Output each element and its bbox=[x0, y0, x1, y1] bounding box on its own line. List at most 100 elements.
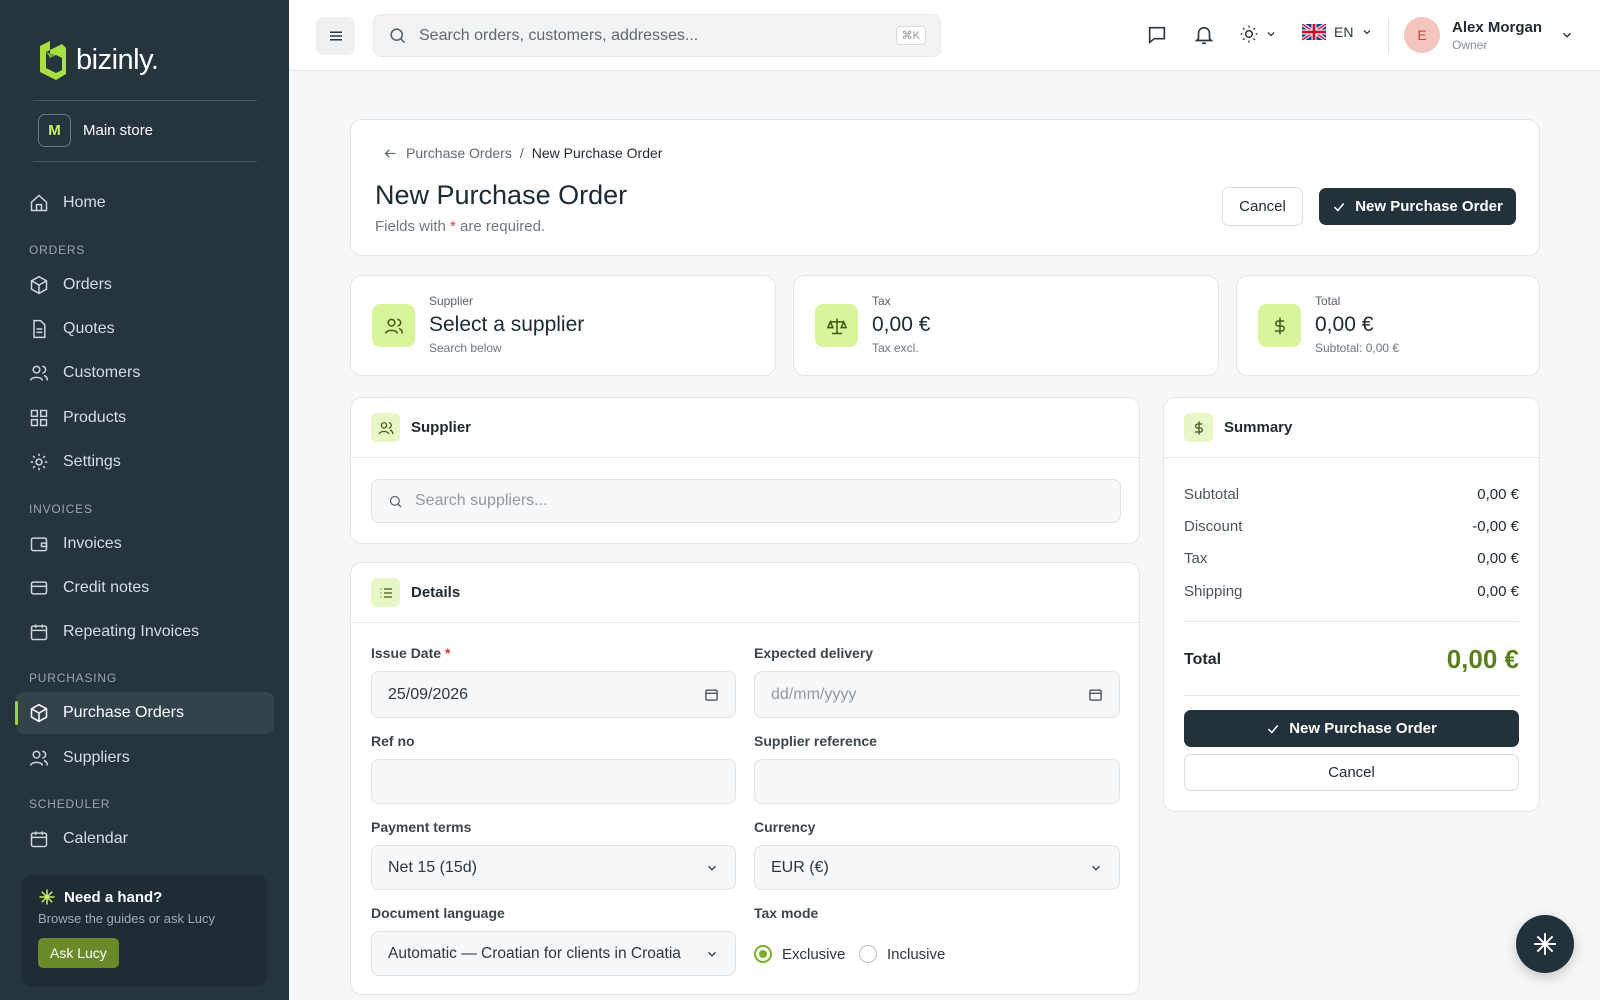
store-switcher[interactable]: M Main store bbox=[38, 114, 153, 147]
summary-cancel-button[interactable]: Cancel bbox=[1184, 754, 1519, 791]
stat-sub: Search below bbox=[429, 341, 502, 355]
users-icon bbox=[372, 304, 415, 347]
scale-icon bbox=[815, 304, 858, 347]
users-icon bbox=[29, 750, 49, 766]
language-selector[interactable]: EN bbox=[1302, 24, 1373, 40]
field-value: 25/09/2026 bbox=[388, 685, 469, 703]
placeholder: Search suppliers... bbox=[415, 492, 548, 509]
row-value: 0,00 € bbox=[1477, 583, 1519, 600]
section-title: Supplier bbox=[411, 419, 472, 436]
sidebar-item-label: Customers bbox=[63, 364, 141, 381]
menu-toggle-button[interactable] bbox=[316, 17, 355, 55]
new-purchase-order-button[interactable]: New Purchase Order bbox=[1319, 188, 1516, 225]
supplier-search-input[interactable]: Search suppliers... bbox=[371, 479, 1121, 523]
breadcrumb-parent-link[interactable]: Purchase Orders bbox=[406, 145, 512, 161]
help-title: Need a hand? bbox=[64, 888, 163, 906]
section-header: Summary bbox=[1164, 398, 1539, 458]
divider bbox=[1388, 18, 1389, 54]
issue-date-label: Issue Date * bbox=[371, 645, 450, 661]
sidebar-item-suppliers[interactable]: Suppliers bbox=[16, 737, 274, 779]
sidebar-item-invoices[interactable]: Invoices bbox=[16, 523, 274, 565]
radio-label: Exclusive bbox=[782, 945, 846, 963]
document-language-label: Document language bbox=[371, 905, 505, 921]
sidebar-item-customers[interactable]: Customers bbox=[16, 352, 274, 394]
theme-toggle[interactable] bbox=[1239, 24, 1277, 44]
summary-row-tax: Tax 0,00 € bbox=[1184, 550, 1519, 567]
sidebar-item-products[interactable]: Products bbox=[16, 397, 274, 439]
users-icon bbox=[29, 365, 49, 381]
sidebar-item-calendar[interactable]: Calendar bbox=[16, 818, 274, 860]
search-input[interactable] bbox=[419, 26, 889, 45]
expected-delivery-label: Expected delivery bbox=[754, 645, 874, 661]
divider bbox=[1184, 695, 1519, 696]
shortcut-hint: ⌘K bbox=[895, 26, 926, 45]
field-value: Automatic — Croatian for clients in Croa… bbox=[388, 944, 681, 962]
field-value: EUR (€) bbox=[771, 858, 829, 876]
row-value: -0,00 € bbox=[1472, 518, 1519, 535]
required-star: * bbox=[444, 645, 451, 661]
users-icon bbox=[371, 413, 400, 442]
sidebar-item-repeating-invoices[interactable]: Repeating Invoices bbox=[16, 611, 274, 653]
tax-mode-inclusive-radio[interactable]: Inclusive bbox=[859, 945, 945, 963]
box-icon bbox=[30, 703, 48, 723]
bell-icon[interactable] bbox=[1193, 24, 1215, 46]
supplier-section: Supplier Search suppliers... bbox=[350, 397, 1140, 544]
tax-mode-exclusive-radio[interactable]: Exclusive bbox=[754, 945, 845, 963]
supplier-reference-input[interactable] bbox=[754, 759, 1120, 804]
ask-lucy-button[interactable]: Ask Lucy bbox=[38, 938, 119, 968]
sidebar-item-credit-notes[interactable]: Credit notes bbox=[16, 567, 274, 609]
sidebar-item-purchase-orders[interactable]: Purchase Orders bbox=[15, 692, 274, 734]
user-name: Alex Morgan bbox=[1452, 18, 1543, 36]
topbar: ⌘K EN E Alex Morgan Owner bbox=[289, 0, 1600, 71]
stat-sub: Subtotal: 0,00 € bbox=[1315, 341, 1400, 355]
chat-icon[interactable] bbox=[1146, 24, 1168, 46]
sidebar-item-label: Purchase Orders bbox=[63, 704, 184, 721]
section-header: Supplier bbox=[351, 398, 1139, 458]
expected-delivery-field[interactable]: dd/mm/yyyy bbox=[754, 671, 1120, 718]
placeholder: dd/mm/yyyy bbox=[771, 685, 857, 703]
divider bbox=[33, 100, 257, 101]
currency-select[interactable]: EUR (€) bbox=[754, 845, 1120, 890]
app-logo[interactable]: bizinly. bbox=[36, 40, 159, 80]
sidebar-item-orders[interactable]: Orders bbox=[16, 264, 274, 306]
dollar-icon bbox=[1258, 304, 1301, 347]
summary-submit-button[interactable]: New Purchase Order bbox=[1184, 710, 1519, 747]
payment-terms-select[interactable]: Net 15 (15d) bbox=[371, 845, 736, 890]
user-menu[interactable]: E Alex Morgan Owner bbox=[1404, 17, 1574, 53]
help-panel: Need a hand? Browse the guides or ask Lu… bbox=[22, 874, 267, 986]
divider bbox=[33, 161, 257, 162]
section-label-invoices: INVOICES bbox=[29, 502, 93, 516]
global-search[interactable]: ⌘K bbox=[373, 14, 941, 57]
summary-row-discount: Discount -0,00 € bbox=[1184, 518, 1519, 535]
divider bbox=[1184, 621, 1519, 622]
sidebar-item-quotes[interactable]: Quotes bbox=[16, 308, 274, 350]
calendar-icon bbox=[30, 624, 48, 641]
cancel-button[interactable]: Cancel bbox=[1222, 187, 1303, 226]
row-label: Shipping bbox=[1184, 583, 1243, 600]
label-text: Issue Date bbox=[371, 645, 442, 661]
grid-icon bbox=[30, 409, 48, 427]
section-label-scheduler: SCHEDULER bbox=[29, 797, 111, 811]
sidebar-item-home[interactable]: Home bbox=[16, 182, 274, 224]
document-language-select[interactable]: Automatic — Croatian for clients in Croa… bbox=[371, 931, 736, 976]
chevron-down-icon bbox=[1364, 30, 1371, 35]
calendar-icon[interactable] bbox=[704, 687, 719, 702]
page-title: New Purchase Order bbox=[375, 180, 628, 210]
calendar-icon[interactable] bbox=[1088, 687, 1103, 702]
stat-card-supplier[interactable]: Supplier Select a supplier Search below bbox=[350, 275, 776, 376]
arrow-left-icon[interactable] bbox=[383, 146, 398, 161]
stat-label: Total bbox=[1315, 294, 1341, 308]
button-label: New Purchase Order bbox=[1355, 198, 1503, 215]
gear-icon bbox=[30, 453, 48, 471]
issue-date-field[interactable]: 25/09/2026 bbox=[371, 671, 736, 718]
user-role: Owner bbox=[1452, 37, 1488, 52]
sidebar-item-settings[interactable]: Settings bbox=[16, 441, 274, 483]
check-icon bbox=[1334, 202, 1345, 212]
logo-icon bbox=[36, 40, 66, 80]
ref-no-input[interactable] bbox=[371, 759, 736, 804]
row-value: 0,00 € bbox=[1477, 550, 1519, 567]
list-icon bbox=[371, 578, 400, 607]
assistant-fab-button[interactable] bbox=[1516, 915, 1574, 973]
avatar: E bbox=[1404, 17, 1440, 53]
section-header: Details bbox=[351, 563, 1139, 623]
